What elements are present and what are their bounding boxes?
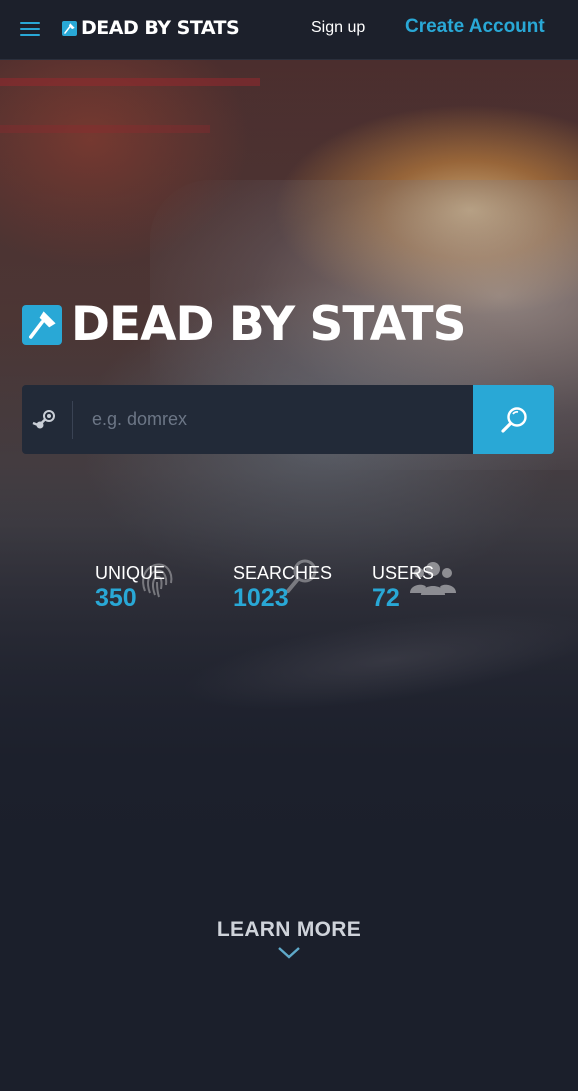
stat-unique: UNIQUE 350 bbox=[95, 563, 173, 612]
axe-logo-icon bbox=[62, 20, 77, 36]
search-input[interactable] bbox=[92, 385, 472, 454]
brand-link[interactable]: DEAD BY STATS bbox=[62, 17, 240, 39]
stat-users: USERS 72 bbox=[372, 562, 456, 612]
search-bar bbox=[22, 385, 554, 454]
create-account-link[interactable]: Create Account bbox=[405, 16, 545, 38]
axe-logo-icon bbox=[22, 305, 62, 345]
learn-more-label: LEARN MORE bbox=[216, 918, 362, 941]
learn-more-button[interactable]: LEARN MORE bbox=[0, 918, 578, 960]
stat-label: UNIQUE bbox=[95, 563, 166, 583]
search-button[interactable] bbox=[473, 385, 554, 454]
stat-label: SEARCHES bbox=[233, 563, 333, 583]
stat-value: 350 bbox=[95, 584, 137, 612]
stat-searches: SEARCHES 1023 bbox=[233, 559, 333, 612]
background-decoration bbox=[0, 125, 210, 133]
hero-title-text: DEAD BY STATS bbox=[71, 297, 466, 352]
stat-value: 1023 bbox=[233, 584, 289, 612]
hero-title: DEAD BY STATS bbox=[22, 297, 466, 352]
stat-value: 72 bbox=[372, 584, 400, 612]
navbar: DEAD BY STATS Sign up Create Account bbox=[0, 0, 578, 60]
background-decoration bbox=[0, 78, 260, 86]
steam-icon bbox=[32, 407, 58, 433]
chevron-down-icon bbox=[278, 947, 300, 959]
search-icon bbox=[501, 407, 527, 433]
stat-label: USERS bbox=[372, 563, 435, 583]
signup-link[interactable]: Sign up bbox=[311, 19, 365, 37]
brand-name: DEAD BY STATS bbox=[81, 17, 240, 39]
hamburger-menu-icon[interactable] bbox=[20, 20, 42, 38]
search-divider bbox=[72, 401, 73, 439]
